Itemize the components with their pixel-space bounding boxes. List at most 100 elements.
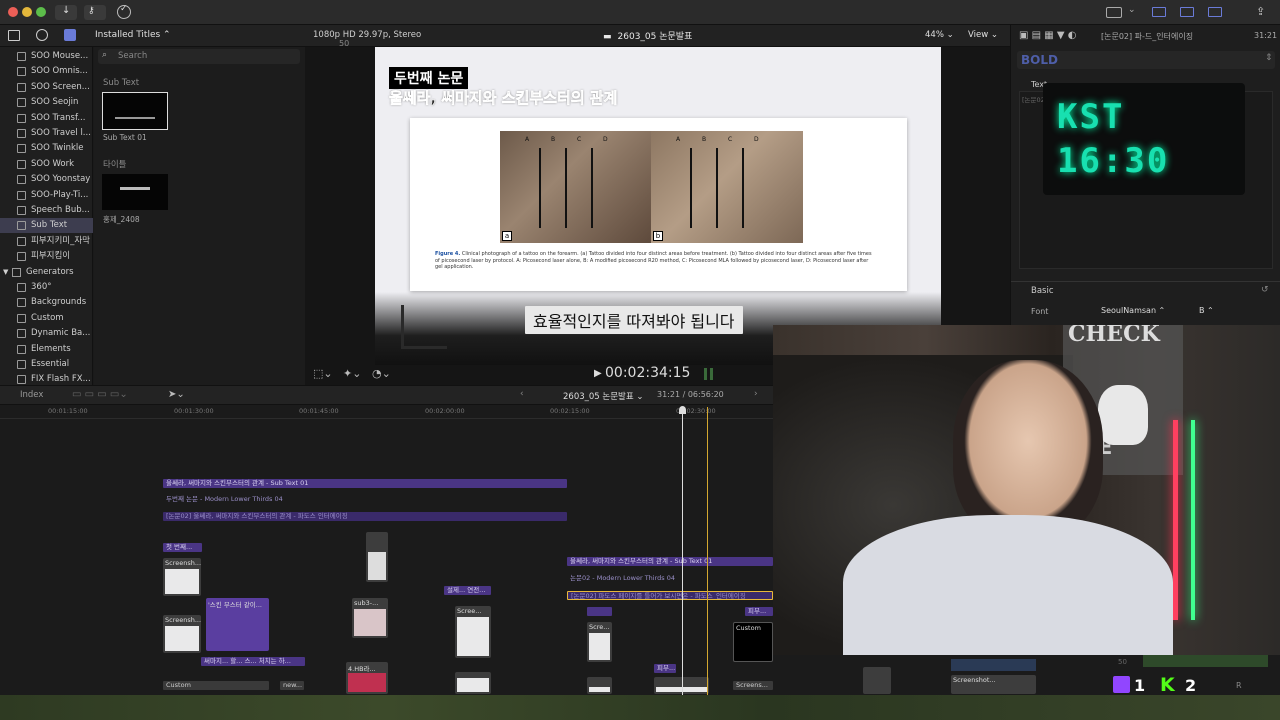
generator-item[interactable]: Backgrounds [0, 295, 93, 310]
sidebar-item[interactable]: Speech Bub... [0, 203, 93, 218]
clip-c5[interactable]: Custom [163, 681, 269, 690]
font-weight-dropdown[interactable]: B ⌃ [1199, 306, 1214, 315]
history-forward-icon[interactable]: › [754, 389, 758, 399]
import-button[interactable]: ↓ [55, 5, 77, 20]
sidebar-item[interactable]: SOO Screen... [0, 80, 93, 95]
clip-c10[interactable]: Custom [733, 622, 773, 662]
title-clip-selected[interactable]: [논문02] 파도스 페이지를 틀어가 보시면은 - 파도스_인터에이징 [567, 591, 773, 600]
sidebar-item[interactable]: SOO Omnis... [0, 64, 93, 79]
clip-c4[interactable]: Screensh... [163, 615, 201, 653]
share-icon[interactable]: ⇪ [1256, 5, 1265, 18]
clip-c12[interactable]: Screens... [733, 681, 773, 690]
generators-group[interactable]: ▼ Generators [0, 265, 93, 280]
playhead-handle[interactable] [679, 406, 686, 414]
sidebar-item[interactable]: SOO-Play-Ti... [0, 188, 93, 203]
title-clip-pados[interactable]: [논문02] 울쎄라, 써마지와 스킨부스터의 관계 - 파도스 인터에이징 [163, 512, 567, 521]
sidebar-item[interactable]: Sub Text [0, 218, 93, 234]
timeline-ruler[interactable]: 00:01:15:00 00:01:30:00 00:01:45:00 00:02:0… [0, 405, 773, 419]
clip-small-purple[interactable] [587, 607, 612, 616]
sidebar-item[interactable]: SOO Mouse... [0, 49, 93, 64]
clip-c9[interactable]: Scre... [587, 622, 612, 662]
index-button[interactable]: Index [20, 390, 43, 400]
style-preset-dropdown[interactable]: BOLD ⇕ [1017, 51, 1275, 69]
clip-c11[interactable]: Screenshot... [951, 675, 1036, 694]
clip-c13[interactable]: new... [280, 681, 304, 690]
sidebar-item[interactable]: SOO Transf... [0, 111, 93, 126]
tattoo-image-b [651, 131, 803, 243]
clip-appearance-icons[interactable]: ▭ ▭ ▭ ▭⌄ [72, 389, 128, 400]
sidebar-item[interactable]: 피부지킴이 [0, 249, 93, 264]
photos-audio-icon[interactable] [36, 29, 48, 41]
title-clip-lower-thirds-2[interactable]: 논문02 - Modern Lower Thirds 04 [567, 574, 773, 583]
clip-c8b[interactable] [455, 672, 491, 694]
thumb-text-line [115, 117, 155, 119]
clip-sc[interactable] [863, 667, 891, 694]
download-icon: ↓ [62, 5, 71, 16]
enhance-tool-icon[interactable]: ✦⌄ [343, 367, 361, 380]
view-dropdown[interactable]: View ⌄ [968, 30, 998, 40]
chevron-down-icon[interactable]: ⌄ [1128, 5, 1136, 15]
history-back-icon[interactable]: ‹ [520, 389, 524, 399]
sidebar-item[interactable]: 피부지키미_자막 [0, 234, 93, 249]
keywords-button[interactable]: ⚷ [84, 5, 106, 20]
inspector-toggle-icon[interactable] [1208, 7, 1222, 17]
folder-icon [17, 206, 26, 215]
zoom-window-button[interactable] [36, 7, 46, 17]
section-titles: 타이틀 [103, 160, 127, 170]
generator-item[interactable]: 360° [0, 280, 93, 295]
playhead[interactable] [682, 407, 683, 695]
title-thumbnail-sub-text-01[interactable] [102, 92, 168, 130]
close-window-button[interactable] [8, 7, 18, 17]
title-thumbnail-2[interactable] [102, 174, 168, 210]
generator-item[interactable]: Dynamic Ba... [0, 326, 93, 341]
clip-c2[interactable]: Screensh... [163, 558, 201, 596]
clip-c17[interactable]: 써마지... 할... 스... 처치는 하... [201, 657, 305, 666]
libraries-icon[interactable] [8, 30, 20, 41]
sidebar-item[interactable]: SOO Work [0, 157, 93, 172]
background-tasks-button[interactable]: ✓ [117, 4, 131, 19]
clip-c16[interactable]: 피부... [745, 607, 773, 616]
reset-icon[interactable]: ↺ [1261, 285, 1269, 295]
folder-icon [17, 113, 26, 123]
installed-titles-dropdown[interactable]: Installed Titles ⌃ [95, 30, 171, 40]
timeline-toggle-icon[interactable] [1180, 7, 1194, 17]
generator-item[interactable]: FIX Flash FX... [0, 372, 93, 387]
sidebar-item[interactable]: SOO Seojin [0, 95, 93, 110]
clip-c1[interactable]: 첫 번째... [163, 543, 202, 552]
clip-c15[interactable]: 피부... [654, 664, 676, 673]
clip-c6[interactable]: sub3-... [352, 598, 388, 638]
speed-tool-icon[interactable]: ◔⌄ [372, 367, 391, 380]
generator-item[interactable]: Custom [0, 311, 93, 326]
timeline-project-name[interactable]: 2603_05 논문발표 ⌄ [563, 390, 644, 402]
clip-c7[interactable]: 4.HB라... [346, 662, 388, 694]
clip-c9b[interactable] [587, 677, 612, 694]
generator-item[interactable]: Essential [0, 357, 93, 372]
clip-c-narrow[interactable] [366, 532, 388, 582]
zoom-dropdown[interactable]: 44% ⌄ [925, 30, 954, 40]
sidebar-item[interactable]: SOO Twinkle [0, 141, 93, 156]
audio-clip[interactable] [951, 659, 1036, 671]
title-clip-sub-text-2[interactable]: 울쎄라, 써마지와 스킨부스터의 관계 - Sub Text 01 [567, 557, 773, 566]
browser-toggle-icon[interactable] [1152, 7, 1166, 17]
transform-tool-icon[interactable]: ⬚⌄ [313, 367, 333, 380]
inspector-tab-icons[interactable]: ▣ ▤ ▦ ▼ ◐ [1019, 30, 1076, 41]
title-clip-lower-thirds[interactable]: 두번째 논문 - Modern Lower Thirds 04 [163, 495, 567, 504]
titles-generators-icon[interactable] [64, 29, 76, 41]
select-tool-icon[interactable]: ➤⌄ [168, 389, 185, 400]
sidebar-item[interactable]: SOO Travel l... [0, 126, 93, 141]
font-dropdown[interactable]: SeoulNamsan ⌃ [1101, 306, 1165, 315]
media-badge-icon[interactable] [1106, 7, 1122, 18]
search-field[interactable]: ⌕ Search [98, 49, 300, 64]
play-button[interactable]: ▶ [594, 368, 602, 379]
ruler-label: 00:01:15:00 [48, 407, 88, 415]
generator-item[interactable]: Elements [0, 342, 93, 357]
clip-c14[interactable]: 설제... 연전... [444, 586, 491, 595]
minimize-window-button[interactable] [22, 7, 32, 17]
clip-c3[interactable]: '스킨 부스터 같이... [206, 598, 269, 651]
title-clip-sub-text[interactable]: 울쎄라, 써마지와 스킨부스터의 관계 - Sub Text 01 [163, 479, 567, 488]
section-divider [565, 148, 567, 228]
clip-c8[interactable]: Scree... [455, 606, 491, 658]
search-input[interactable]: Search [118, 51, 147, 61]
basic-section-label: Basic [1031, 286, 1054, 296]
sidebar-item[interactable]: SOO Yoonstay [0, 172, 93, 187]
